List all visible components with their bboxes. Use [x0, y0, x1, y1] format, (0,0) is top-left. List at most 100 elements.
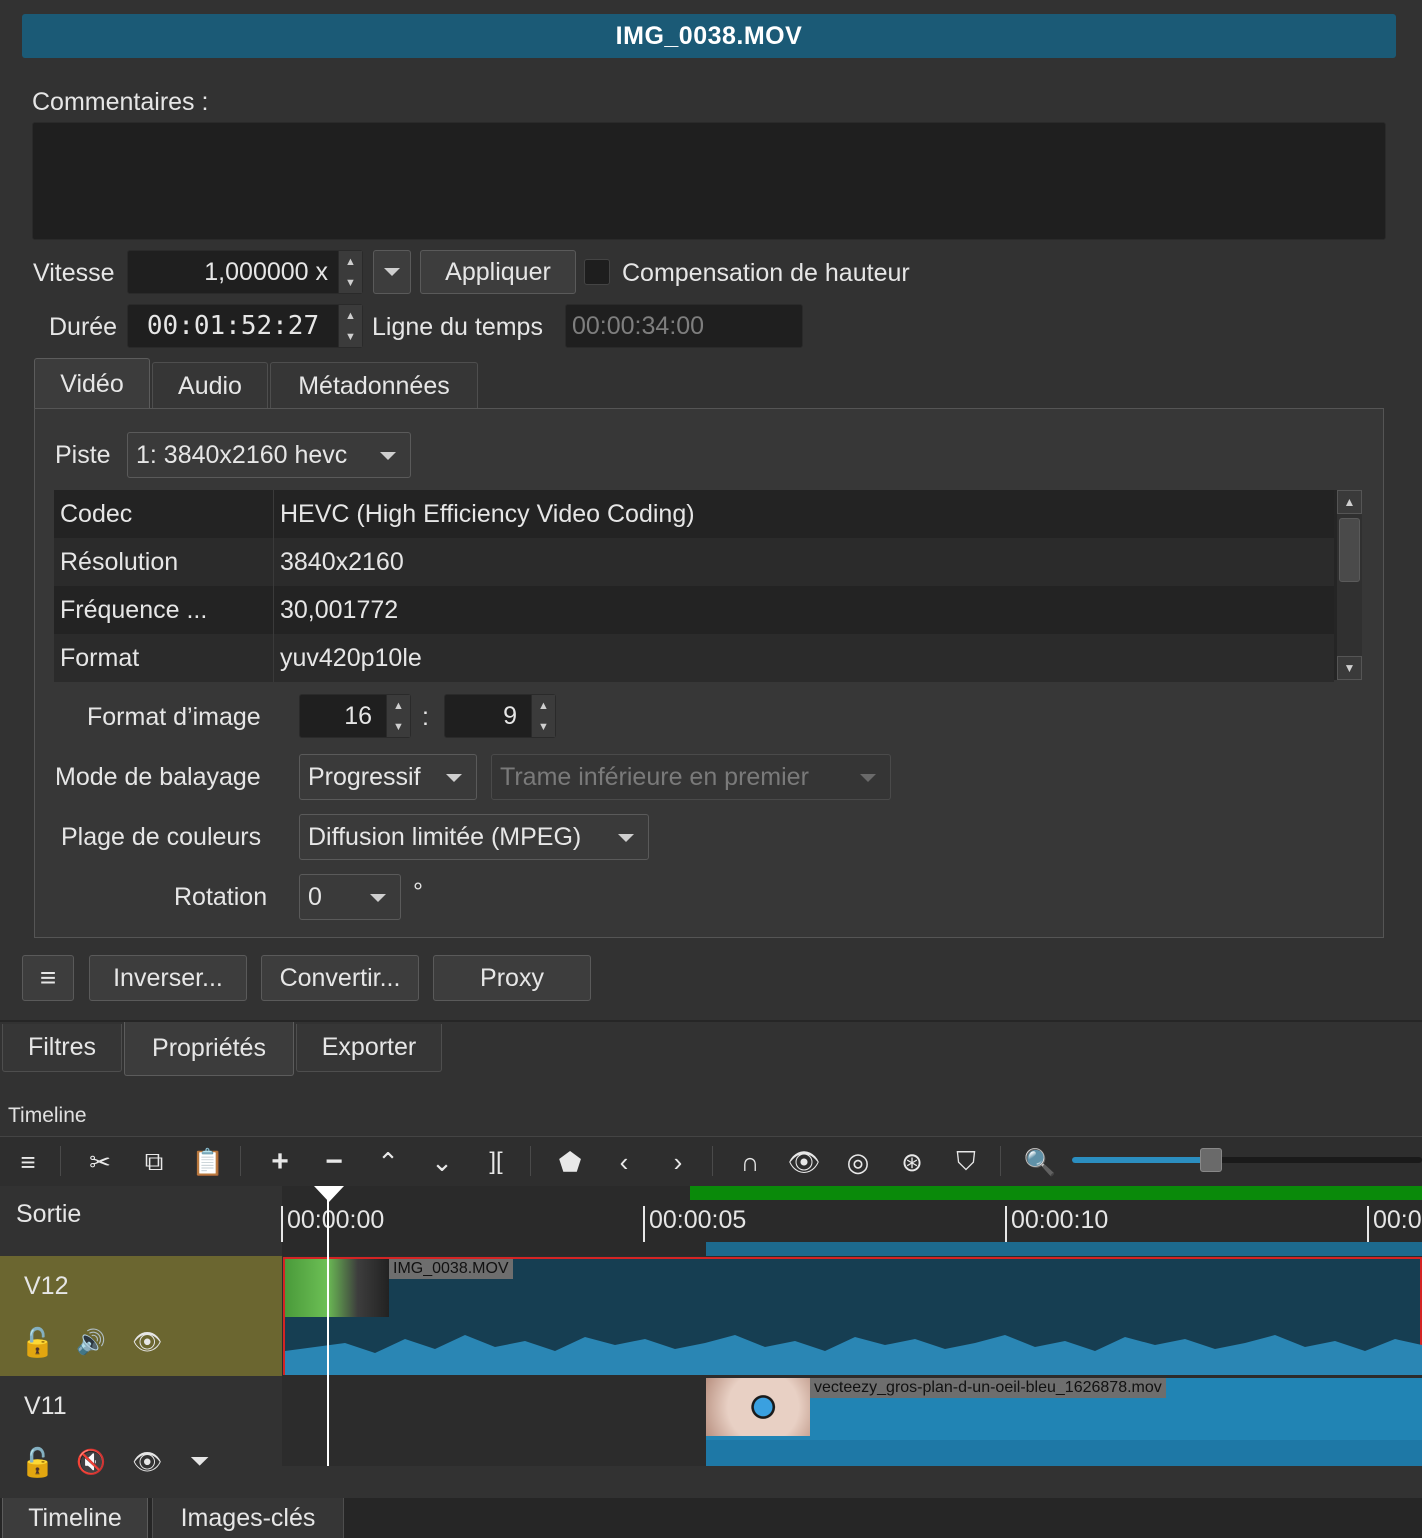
tab-metadata[interactable]: Métadonnées: [270, 362, 478, 410]
append-icon[interactable]: +: [262, 1144, 298, 1180]
menu-icon[interactable]: ≡: [10, 1144, 46, 1180]
zoom-slider-handle[interactable]: [1200, 1148, 1222, 1172]
clip-name: IMG_0038.MOV: [389, 1259, 513, 1279]
color-range-label: Plage de couleurs: [61, 823, 262, 851]
table-key: Résolution: [54, 538, 274, 586]
scroll-down-icon[interactable]: ▼: [1337, 656, 1362, 680]
aspect-separator: :: [422, 703, 429, 731]
ripple-all-icon[interactable]: ⊛: [894, 1144, 930, 1180]
reverse-button[interactable]: Inverser...: [89, 955, 247, 1001]
clip-vecteezy-eye[interactable]: vecteezy_gros-plan-d-un-oeil-bleu_162687…: [706, 1378, 1422, 1466]
pitch-compensation-checkbox[interactable]: [584, 259, 610, 285]
tab-properties[interactable]: Propriétés: [124, 1022, 294, 1076]
aspect-den-stepper[interactable]: ▲ ▼: [531, 695, 555, 737]
aspect-num-stepper[interactable]: ▲ ▼: [386, 695, 410, 737]
unlock-icon[interactable]: 🔓: [20, 1326, 55, 1359]
eye-icon[interactable]: 👁: [132, 1328, 162, 1357]
chevron-down-icon: [446, 774, 462, 782]
track-select[interactable]: 1: 3840x2160 hevc: [127, 432, 411, 478]
clip-thumbnail: [285, 1259, 389, 1317]
lift-icon[interactable]: ⌃: [370, 1144, 406, 1180]
apply-button[interactable]: Appliquer: [420, 250, 576, 294]
cut-icon[interactable]: ✂: [82, 1144, 118, 1180]
chevron-down-icon: [380, 452, 396, 460]
paste-icon[interactable]: 📋: [190, 1144, 226, 1180]
clip-img0038[interactable]: IMG_0038.MOV: [283, 1257, 1422, 1375]
duration-value: 00:01:52:27: [146, 311, 320, 341]
table-scrollbar[interactable]: ▲ ▼: [1337, 490, 1362, 680]
split-icon[interactable]: ][: [478, 1144, 514, 1180]
table-row[interactable]: Résolution 3840x2160: [54, 538, 1334, 586]
output-header: Sortie: [0, 1186, 282, 1256]
unlock-icon[interactable]: 🔓: [20, 1446, 55, 1479]
audio-muted-icon[interactable]: 🔇: [76, 1448, 106, 1477]
proxy-button[interactable]: Proxy: [433, 955, 591, 1001]
duration-stepper[interactable]: ▲ ▼: [338, 305, 362, 347]
copy-icon[interactable]: ⧉: [136, 1144, 172, 1180]
overwrite-icon[interactable]: ⌄: [424, 1144, 460, 1180]
tab-export[interactable]: Exporter: [296, 1024, 442, 1072]
table-key: Fréquence ...: [54, 586, 274, 634]
track-name: V11: [24, 1392, 67, 1420]
scan-mode-select[interactable]: Progressif: [299, 754, 477, 800]
chevron-down-icon: [384, 268, 400, 276]
ruler-label: 00:00:00: [287, 1206, 385, 1234]
timeline-title: Timeline: [8, 1104, 87, 1127]
scan-mode-value: Progressif: [308, 762, 421, 791]
speed-presets-button[interactable]: [373, 250, 411, 294]
eye-icon[interactable]: 👁: [132, 1448, 162, 1477]
tab-keyframes[interactable]: Images-clés: [152, 1498, 344, 1538]
tab-audio[interactable]: Audio: [152, 362, 268, 410]
scrub-eye-icon[interactable]: 👁: [786, 1144, 822, 1180]
playhead-marker-icon[interactable]: [314, 1186, 344, 1202]
track-header-v12[interactable]: V12 🔓 🔊 👁: [0, 1256, 282, 1376]
aspect-num-spinbox[interactable]: 16 ▲ ▼: [299, 694, 411, 738]
table-row[interactable]: Format yuv420p10le: [54, 634, 1334, 682]
ruler-label: 00:00:10: [1011, 1206, 1109, 1234]
ripple-markers-icon[interactable]: ⛉: [948, 1144, 984, 1180]
previous-marker-icon[interactable]: ‹: [606, 1144, 642, 1180]
rotation-select[interactable]: 0: [299, 874, 401, 920]
clip-title: IMG_0038.MOV: [22, 14, 1396, 58]
toolbar-separator: [240, 1146, 241, 1176]
audio-waveform: [285, 1335, 1422, 1375]
marker-icon[interactable]: ⬟: [552, 1144, 588, 1180]
aspect-num-value: 16: [344, 701, 372, 730]
ripple-icon[interactable]: ◎: [840, 1144, 876, 1180]
comments-textarea[interactable]: [32, 122, 1386, 240]
convert-button[interactable]: Convertir...: [261, 955, 419, 1001]
clip-range-bar: [706, 1242, 1422, 1256]
color-range-select[interactable]: Diffusion limitée (MPEG): [299, 814, 649, 860]
snap-magnet-icon[interactable]: ∩: [732, 1144, 768, 1180]
speed-spinbox[interactable]: 1,000000 x ▲ ▼: [127, 250, 363, 294]
next-marker-icon[interactable]: ›: [660, 1144, 696, 1180]
table-row[interactable]: Codec HEVC (High Efficiency Video Coding…: [54, 490, 1334, 538]
scroll-thumb[interactable]: [1339, 518, 1360, 582]
in-out-range-bar[interactable]: [690, 1186, 1422, 1200]
table-row[interactable]: Fréquence ... 30,001772: [54, 586, 1334, 634]
audio-on-icon[interactable]: 🔊: [76, 1328, 106, 1357]
playhead[interactable]: [327, 1196, 329, 1466]
tab-timeline[interactable]: Timeline: [2, 1498, 148, 1538]
aspect-den-spinbox[interactable]: 9 ▲ ▼: [444, 694, 556, 738]
zoom-out-icon[interactable]: 🔍: [1022, 1144, 1058, 1180]
ruler-label: 00:0: [1373, 1206, 1422, 1234]
filter-icon[interactable]: ⏷: [190, 1448, 209, 1476]
table-value: yuv420p10le: [280, 643, 422, 672]
tab-filters[interactable]: Filtres: [2, 1024, 122, 1072]
toolbar-separator: [530, 1146, 531, 1176]
pitch-compensation-label: Compensation de hauteur: [622, 259, 910, 287]
aspect-label: Format d’image: [87, 703, 261, 731]
table-key: Format: [54, 634, 274, 682]
tab-video[interactable]: Vidéo: [34, 358, 150, 410]
remove-icon[interactable]: −: [316, 1144, 352, 1180]
track-header-v11[interactable]: V11 🔓 🔇 👁 ⏷: [0, 1376, 282, 1498]
scroll-up-icon[interactable]: ▲: [1337, 490, 1362, 514]
zoom-slider[interactable]: [1072, 1148, 1422, 1172]
duration-spinbox[interactable]: 00:01:52:27 ▲ ▼: [127, 304, 363, 348]
ruler-tick: [643, 1206, 645, 1242]
speed-stepper[interactable]: ▲ ▼: [338, 251, 362, 293]
rotation-unit: °: [413, 878, 423, 906]
menu-button[interactable]: ≡: [22, 955, 74, 1001]
field-order-value: Trame inférieure en premier: [500, 762, 809, 791]
